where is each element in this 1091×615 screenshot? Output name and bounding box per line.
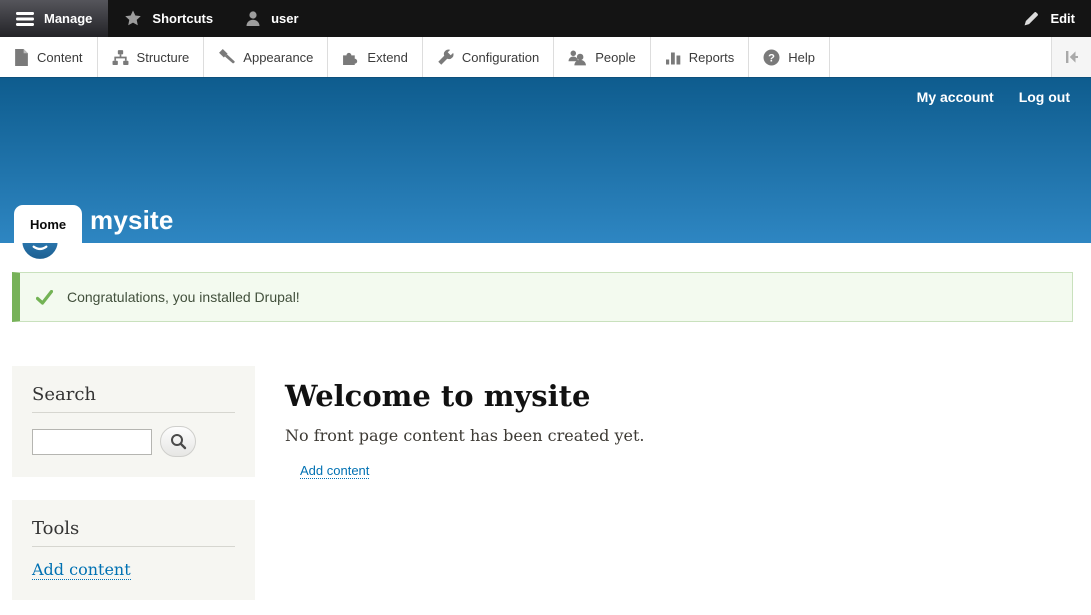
search-input[interactable] bbox=[32, 429, 152, 455]
drupal-admin-page: Manage Shortcuts user Edit bbox=[0, 0, 1091, 615]
toolbar-item-shortcuts[interactable]: Shortcuts bbox=[108, 0, 229, 37]
admin-toolbar: Manage Shortcuts user Edit bbox=[0, 0, 1091, 37]
content-region: Congratulations, you installed Drupal! S… bbox=[0, 272, 1091, 615]
structure-icon bbox=[112, 49, 129, 66]
tray-item-label: Help bbox=[788, 50, 815, 65]
appearance-icon bbox=[218, 49, 235, 66]
toolbar-item-label: Edit bbox=[1050, 11, 1075, 26]
tray-spacer bbox=[830, 37, 1051, 77]
hamburger-icon bbox=[16, 12, 34, 26]
tools-block-title: Tools bbox=[32, 518, 235, 539]
tray-item-people[interactable]: People bbox=[554, 37, 650, 77]
tray-item-reports[interactable]: Reports bbox=[651, 37, 750, 77]
tray-item-help[interactable]: ? Help bbox=[749, 37, 830, 77]
star-icon bbox=[124, 10, 142, 27]
tab-home[interactable]: Home bbox=[14, 205, 82, 243]
add-content-link[interactable]: Add content bbox=[300, 463, 369, 479]
main-content: Welcome to mysite No front page content … bbox=[285, 366, 645, 480]
sidebar-first: Search Tools Ad bbox=[12, 366, 255, 615]
tools-block: Tools Add content bbox=[12, 500, 255, 600]
toolbar-item-label: Manage bbox=[44, 11, 92, 26]
tray-orientation-toggle[interactable] bbox=[1051, 37, 1091, 77]
extend-icon bbox=[342, 49, 359, 66]
secondary-menu: My account Log out bbox=[917, 89, 1070, 105]
search-submit-button[interactable] bbox=[160, 426, 196, 457]
layout-columns: Search Tools Ad bbox=[0, 366, 1091, 615]
content-icon bbox=[14, 49, 29, 66]
site-header: My account Log out mysite Home bbox=[0, 77, 1091, 243]
empty-frontpage-text: No front page content has been created y… bbox=[285, 426, 645, 445]
tray-item-label: Content bbox=[37, 50, 83, 65]
status-message: Congratulations, you installed Drupal! bbox=[12, 272, 1073, 322]
page-title: Welcome to mysite bbox=[285, 379, 645, 413]
toolbar-item-edit[interactable]: Edit bbox=[1007, 0, 1091, 37]
tray-item-label: Extend bbox=[367, 50, 407, 65]
pencil-icon bbox=[1023, 10, 1040, 27]
toolbar-item-manage[interactable]: Manage bbox=[0, 0, 108, 37]
tray-item-appearance[interactable]: Appearance bbox=[204, 37, 328, 77]
reports-icon bbox=[665, 49, 681, 66]
tray-item-content[interactable]: Content bbox=[0, 37, 98, 77]
my-account-link[interactable]: My account bbox=[917, 89, 994, 105]
admin-tray: Content Structure Appearance Extend bbox=[0, 37, 1091, 77]
toolbar-collapse-icon bbox=[1064, 50, 1080, 64]
toolbar-item-label: Shortcuts bbox=[152, 11, 213, 26]
search-icon bbox=[170, 433, 187, 450]
tray-item-label: Structure bbox=[137, 50, 190, 65]
tray-item-structure[interactable]: Structure bbox=[98, 37, 205, 77]
tray-item-configuration[interactable]: Configuration bbox=[423, 37, 554, 77]
toolbar-item-label: user bbox=[271, 11, 298, 26]
block-title-divider bbox=[32, 546, 235, 547]
tray-item-label: People bbox=[595, 50, 635, 65]
tray-item-extend[interactable]: Extend bbox=[328, 37, 422, 77]
search-block: Search bbox=[12, 366, 255, 477]
checkmark-icon bbox=[36, 290, 53, 305]
site-name[interactable]: mysite bbox=[90, 205, 174, 236]
people-icon bbox=[568, 49, 587, 66]
toolbar-item-user[interactable]: user bbox=[229, 0, 314, 37]
status-message-text: Congratulations, you installed Drupal! bbox=[67, 289, 300, 305]
toolbar-spacer bbox=[315, 0, 1008, 37]
user-icon bbox=[245, 10, 261, 27]
logout-link[interactable]: Log out bbox=[1019, 89, 1070, 105]
tray-item-label: Configuration bbox=[462, 50, 539, 65]
block-title-divider bbox=[32, 412, 235, 413]
search-block-title: Search bbox=[32, 384, 235, 405]
help-icon: ? bbox=[763, 49, 780, 66]
primary-tabs: Home bbox=[14, 205, 82, 243]
svg-text:?: ? bbox=[768, 52, 775, 64]
tray-item-label: Reports bbox=[689, 50, 735, 65]
tray-item-label: Appearance bbox=[243, 50, 313, 65]
tools-add-content-link[interactable]: Add content bbox=[32, 560, 131, 580]
configuration-icon bbox=[437, 49, 454, 66]
search-form bbox=[32, 426, 235, 457]
